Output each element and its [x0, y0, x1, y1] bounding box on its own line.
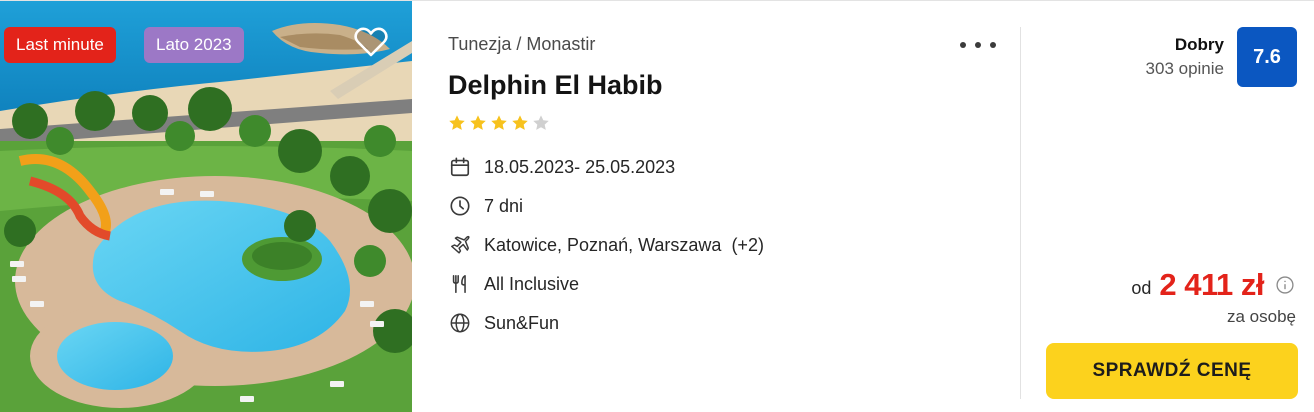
plane-icon [448, 233, 472, 257]
feature-trip-type: Sun&Fun [448, 305, 968, 341]
price-value: 2 411 zł [1159, 267, 1264, 302]
star-icon-empty [533, 115, 549, 130]
info-icon[interactable] [1274, 274, 1296, 296]
heart-icon [354, 27, 388, 57]
more-horizontal-icon [960, 42, 966, 48]
star-rating [448, 114, 550, 132]
feature-duration-text: 7 dni [484, 195, 524, 216]
season-badge: Lato 2023 [144, 27, 244, 63]
feature-departure: Katowice, Poznań, Warszawa (+2) [448, 227, 968, 263]
price-prefix: od [1131, 277, 1152, 298]
feature-board-text: All Inclusive [484, 273, 580, 294]
star-icon-filled [470, 115, 486, 130]
star-icon-filled [512, 115, 528, 130]
feature-departure-text: Katowice, Poznań, Warszawa (+2) [484, 234, 764, 255]
feature-board: All Inclusive [448, 266, 968, 302]
offer-info: Tunezja / Monastir Delphin El Habib 18.0… [448, 1, 1008, 412]
feature-dates: 18.05.2023- 25.05.2023 [448, 149, 968, 185]
offer-card[interactable]: Last minute Lato 2023 Tunezja / Monastir… [0, 0, 1314, 412]
hotel-name[interactable]: Delphin El Habib [448, 70, 663, 101]
review-score-badge: 7.6 [1237, 27, 1297, 87]
location-breadcrumb[interactable]: Tunezja / Monastir [448, 34, 595, 55]
more-options-button[interactable] [960, 33, 996, 57]
price-row: od 2 411 zł [1131, 267, 1296, 303]
review-count[interactable]: 303 opinie [1146, 59, 1224, 79]
price-per-person: za osobę [1227, 307, 1296, 326]
star-icon-filled [449, 115, 465, 130]
review-label: Dobry [1174, 35, 1224, 54]
cutlery-icon [448, 272, 472, 296]
globe-icon [448, 311, 472, 335]
check-price-button[interactable]: SPRAWDŹ CENĘ [1046, 343, 1298, 399]
feature-dates-text: 18.05.2023- 25.05.2023 [484, 156, 676, 177]
hotel-photo[interactable]: Last minute Lato 2023 [0, 1, 412, 412]
last-minute-badge: Last minute [4, 27, 116, 63]
favorite-button[interactable] [352, 23, 390, 61]
star-icon-filled [491, 115, 507, 130]
feature-trip-type-text: Sun&Fun [484, 312, 560, 333]
clock-icon [448, 194, 472, 218]
column-divider [1020, 27, 1021, 399]
feature-duration: 7 dni [448, 188, 968, 224]
calendar-icon [448, 155, 472, 179]
